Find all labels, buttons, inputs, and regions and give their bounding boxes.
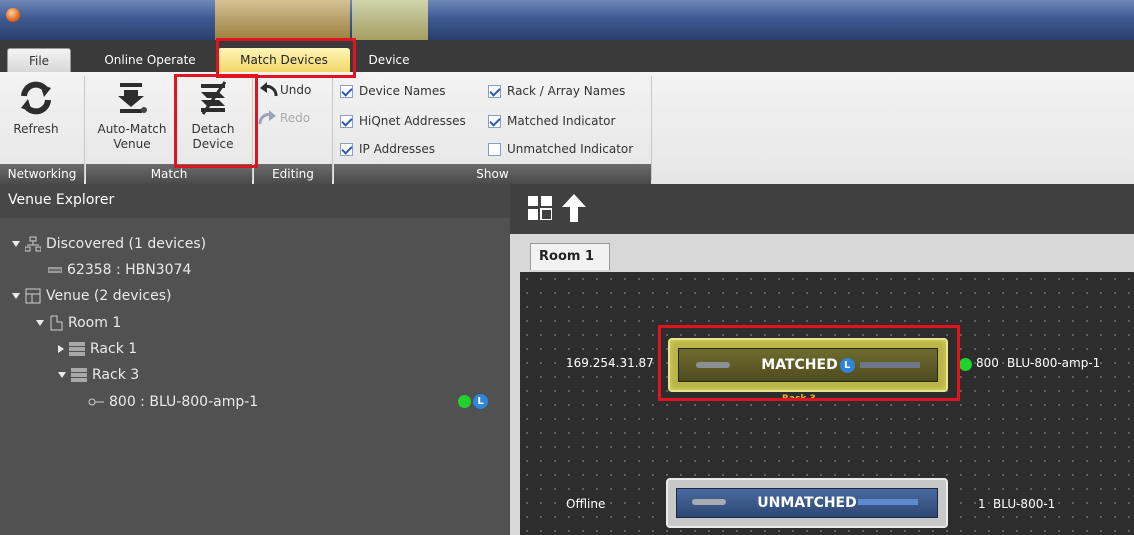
l-badge-icon: L — [839, 357, 855, 373]
checkbox-hiqnet-addresses[interactable]: HiQnet Addresses — [340, 114, 466, 128]
undo-label: Undo — [280, 83, 312, 97]
tree-node-rack-1[interactable]: Rack 1 — [58, 341, 137, 357]
refresh-icon — [21, 81, 51, 115]
tree-label: Rack 1 — [90, 341, 138, 357]
rack-icon — [71, 368, 87, 382]
expand-arrow-icon[interactable] — [36, 320, 44, 326]
app-logo-icon[interactable] — [6, 8, 20, 22]
group-label-editing: Editing — [254, 164, 332, 184]
title-highlight — [215, 0, 350, 40]
checkbox-rack-array-names[interactable]: Rack / Array Names — [488, 84, 625, 98]
unmatched-device-status: Offline — [566, 497, 606, 511]
tree-label: Rack 3 — [92, 367, 140, 383]
tree-label: Room 1 — [68, 315, 122, 331]
checkbox-icon — [340, 142, 353, 156]
tab-file[interactable]: File — [7, 48, 71, 72]
online-status-icon — [458, 395, 471, 408]
tree-node-device[interactable]: 800 : BLU-800-amp-1 — [88, 394, 258, 410]
auto-match-label-1: Auto-Match — [97, 122, 167, 136]
tree-label: 800 : BLU-800-amp-1 — [109, 394, 259, 410]
checkbox-matched-indicator[interactable]: Matched Indicator — [488, 114, 615, 128]
tree-label: 62358 : HBN3074 — [67, 262, 192, 278]
ribbon-separator — [332, 76, 333, 180]
refresh-button[interactable]: Refresh — [4, 80, 68, 137]
undo-icon — [260, 82, 278, 97]
unmatched-device-address: 1 — [978, 497, 986, 511]
device-handle-icon — [692, 499, 726, 505]
device-display-icon — [858, 499, 918, 505]
group-label-show: Show — [334, 164, 651, 184]
tab-room-1[interactable]: Room 1 — [530, 243, 610, 270]
venue-icon — [25, 288, 41, 304]
expand-arrow-icon[interactable] — [12, 293, 20, 299]
rack-icon — [69, 342, 85, 356]
redo-button[interactable]: Redo — [258, 110, 310, 126]
highlight-detach-device — [174, 74, 258, 168]
ribbon-tab-bar: File Online Operate Match Devices Device — [0, 40, 1134, 72]
matched-device-ip: 169.254.31.87 — [566, 356, 654, 370]
device-status-indicators: L — [458, 394, 488, 409]
group-label-networking: Networking — [0, 164, 84, 184]
checkbox-unmatched-indicator[interactable]: Unmatched Indicator — [488, 142, 633, 156]
refresh-label: Refresh — [13, 122, 59, 136]
checkbox-icon — [340, 114, 353, 128]
network-icon — [25, 236, 41, 252]
tree-node-rack-3[interactable]: Rack 3 — [58, 367, 139, 383]
device-canvas: 169.254.31.87 MATCHED L Rack 3 800 BLU-8… — [520, 272, 1134, 535]
unmatched-status-text: UNMATCHED — [757, 495, 857, 511]
tab-device[interactable]: Device — [356, 48, 422, 72]
matched-indicator-icon — [959, 358, 972, 371]
auto-match-venue-button[interactable]: Auto-Match Venue — [92, 80, 172, 152]
ribbon-separator — [84, 76, 85, 180]
checkbox-label: HiQnet Addresses — [359, 114, 466, 128]
room-icon — [50, 315, 63, 331]
redo-icon — [258, 110, 276, 125]
collapse-arrow-icon[interactable] — [58, 345, 64, 353]
checkbox-label: Device Names — [359, 84, 446, 98]
venue-explorer-tree: Discovered (1 devices) 62358 : HBN3074 V… — [0, 218, 510, 535]
ribbon: Refresh Auto-Match Venue Detach Device U… — [0, 72, 1134, 184]
title-bar — [0, 0, 1134, 40]
matched-status-text: MATCHED — [761, 357, 838, 373]
device-connector-icon — [88, 398, 104, 406]
expand-arrow-icon[interactable] — [58, 372, 66, 378]
checkbox-icon — [488, 142, 501, 156]
redo-label: Redo — [280, 111, 311, 125]
tree-node-discovered-device[interactable]: 62358 : HBN3074 — [48, 262, 191, 278]
highlight-match-devices-tab — [216, 38, 356, 78]
auto-match-icon — [118, 83, 147, 113]
checkbox-label: Rack / Array Names — [507, 84, 626, 98]
tree-node-room[interactable]: Room 1 — [36, 315, 121, 331]
tree-label: Discovered (1 devices) — [46, 236, 207, 252]
tree-node-venue[interactable]: Venue (2 devices) — [12, 288, 171, 304]
tree-node-discovered[interactable]: Discovered (1 devices) — [12, 236, 206, 252]
checkbox-icon — [488, 114, 501, 128]
checkbox-label: Matched Indicator — [507, 114, 616, 128]
unmatched-device-block[interactable]: UNMATCHED — [666, 478, 948, 528]
checkbox-icon — [488, 84, 501, 98]
venue-explorer-title: Venue Explorer — [0, 184, 510, 218]
checkbox-ip-addresses[interactable]: IP Addresses — [340, 142, 435, 156]
unmatched-device-name: BLU-800-1 — [993, 497, 1056, 511]
up-arrow-icon[interactable] — [562, 194, 586, 222]
tab-online-operate[interactable]: Online Operate — [86, 48, 214, 72]
auto-match-label-2: Venue — [113, 137, 151, 151]
title-highlight-2 — [352, 0, 428, 40]
device-strip-icon — [48, 267, 62, 273]
layout-icon[interactable] — [528, 196, 552, 220]
ribbon-separator — [651, 76, 652, 180]
tree-label: Venue (2 devices) — [46, 288, 172, 304]
matched-device-address: 800 — [976, 356, 999, 370]
checkbox-label: IP Addresses — [359, 142, 436, 156]
undo-button[interactable]: Undo — [258, 82, 311, 98]
l-badge-icon: L — [473, 394, 488, 409]
matched-device-name: BLU-800-amp-1 — [1007, 356, 1101, 370]
checkbox-device-names[interactable]: Device Names — [340, 84, 446, 98]
canvas-toolbar — [510, 184, 1134, 234]
checkbox-label: Unmatched Indicator — [507, 142, 634, 156]
checkbox-icon — [340, 84, 353, 98]
expand-arrow-icon[interactable] — [12, 241, 20, 247]
